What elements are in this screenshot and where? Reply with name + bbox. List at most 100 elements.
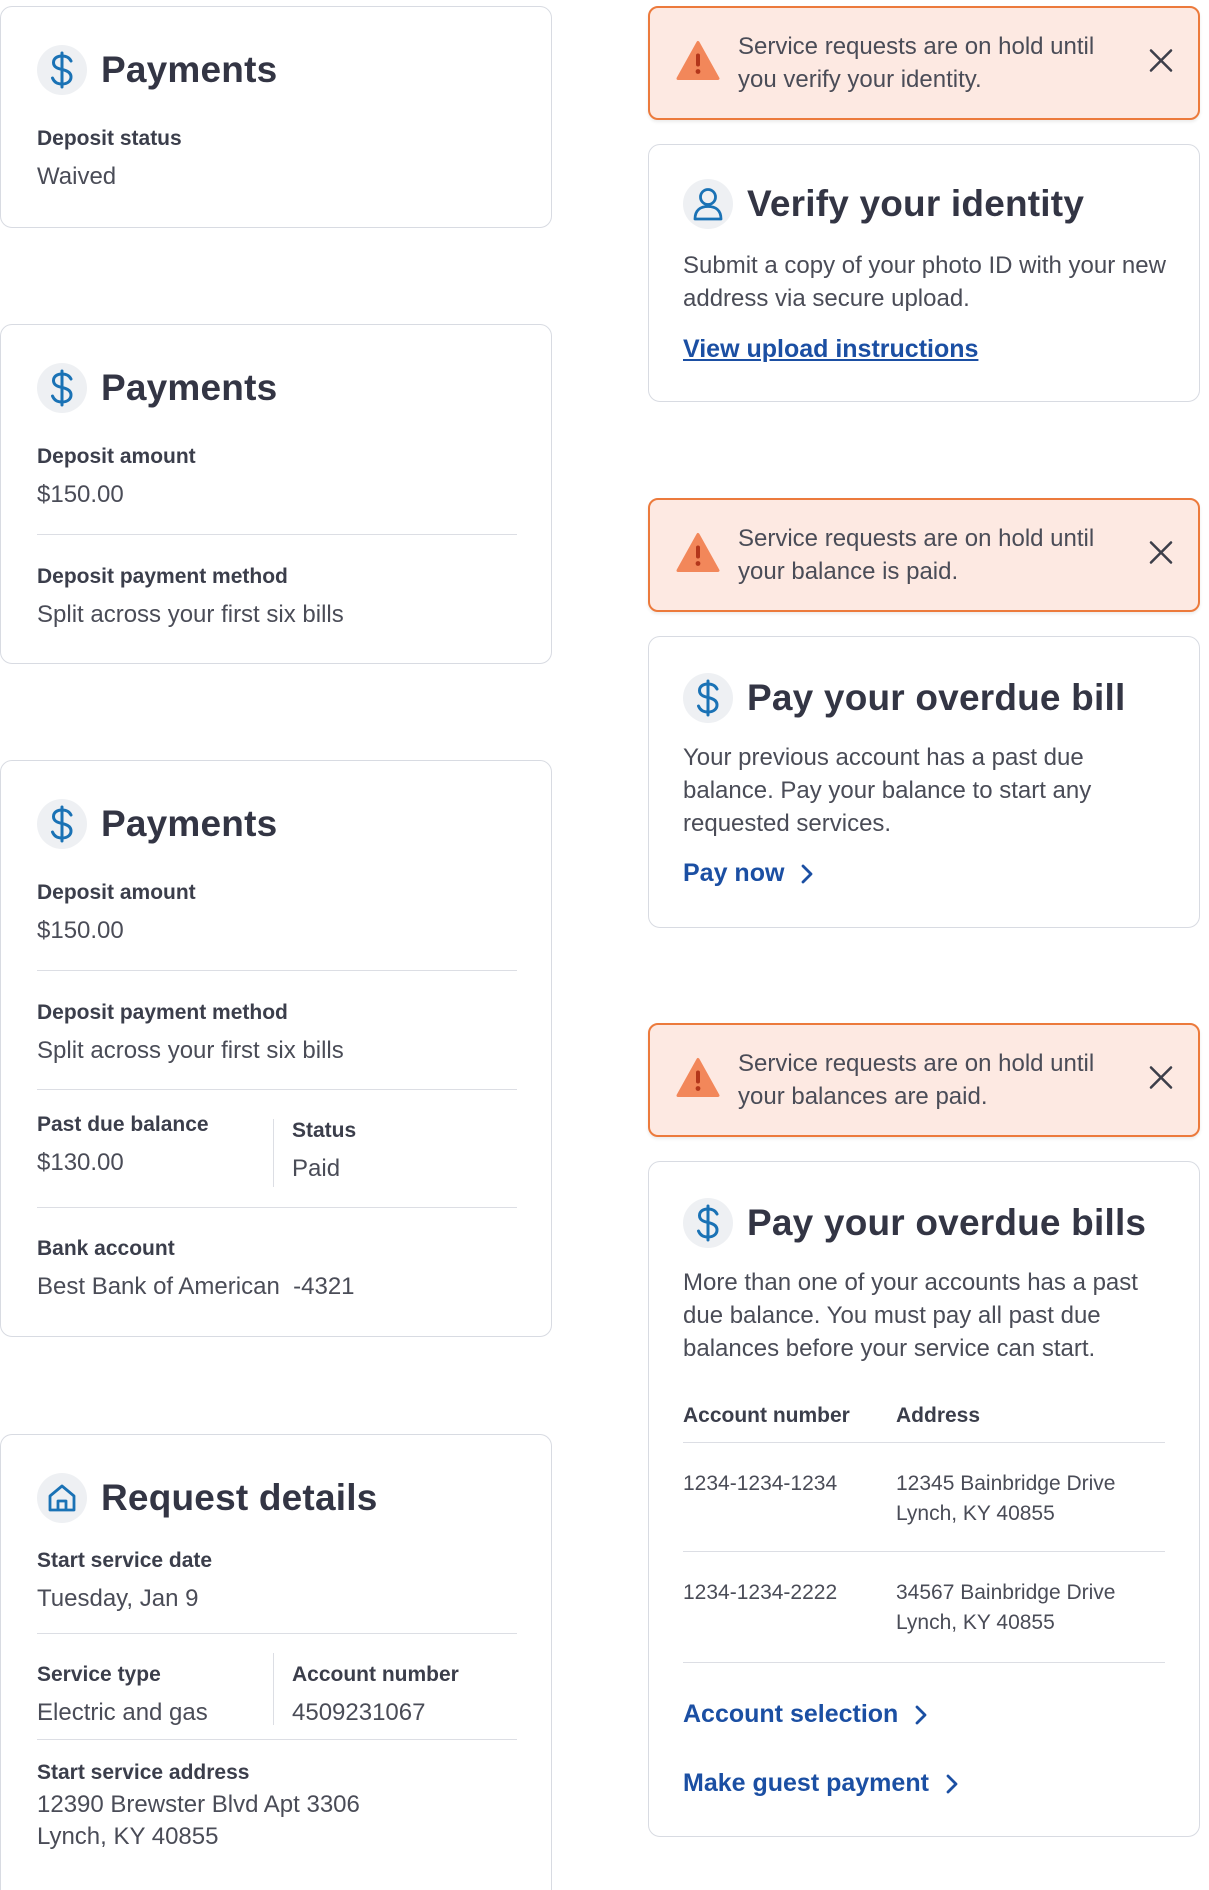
pay-now-link[interactable]: Pay now: [683, 859, 814, 888]
chevron-right-icon: [946, 1774, 958, 1793]
divider: [37, 1207, 517, 1208]
alert-balance-paid: Service requests are on hold until your …: [648, 498, 1200, 612]
dollar-icon: [37, 45, 87, 95]
deposit-amount-label: Deposit amount: [37, 445, 196, 468]
card-header: Payments: [37, 363, 277, 413]
service-row: Service type Electric and gas Account nu…: [37, 1653, 517, 1729]
verify-identity-card: Verify your identity Submit a copy of yo…: [648, 144, 1200, 402]
service-type-value: Electric and gas: [37, 1699, 208, 1726]
overdue-bill-body-text: Your previous account has a past due bal…: [683, 744, 1092, 837]
card-header: Verify your identity: [683, 179, 1084, 229]
start-date-value: Tuesday, Jan 9: [37, 1585, 199, 1612]
address-line1-cell: 12345 Bainbridge Drive: [896, 1472, 1116, 1495]
card-header: Payments: [37, 799, 277, 849]
card-title: Verify your identity: [747, 183, 1085, 224]
deposit-amount-label: Deposit amount: [37, 881, 196, 904]
alert-message: Service requests are on hold until you v…: [738, 33, 1095, 93]
card-title: Payments: [101, 49, 278, 90]
vertical-divider: [273, 1119, 274, 1187]
deposit-method-value: Split across your first six bills: [37, 1037, 344, 1064]
dollar-icon: [37, 363, 87, 413]
status-label: Status: [292, 1119, 357, 1142]
account-number-cell: 1234-1234-1234: [683, 1472, 838, 1495]
bank-account-label: Bank account: [37, 1237, 175, 1260]
card-header: Payments: [37, 45, 277, 95]
chevron-right-icon: [915, 1705, 927, 1724]
warning-icon: [676, 533, 720, 578]
start-address-line2: Lynch, KY 40855: [37, 1823, 219, 1850]
pay-overdue-bill-card: Pay your overdue bill Your previous acco…: [648, 636, 1200, 928]
start-date-label: Start service date: [37, 1549, 213, 1572]
past-due-label: Past due balance: [37, 1113, 209, 1136]
warning-icon: [676, 1058, 720, 1103]
deposit-amount-value: $150.00: [37, 917, 124, 944]
overdue-bills-body-text: More than one of your accounts has a pas…: [683, 1269, 1138, 1362]
card-title: Payments: [101, 367, 278, 408]
start-address-line1: 12390 Brewster Blvd Apt 3306: [37, 1791, 360, 1818]
card-title: Payments: [101, 803, 278, 844]
service-type-label: Service type: [37, 1663, 161, 1686]
account-number-cell: 1234-1234-2222: [683, 1581, 838, 1604]
address-line2-cell: Lynch, KY 40855: [896, 1502, 1055, 1525]
account-selection-label: Account selection: [683, 1700, 899, 1728]
deposit-status-value: Waived: [37, 163, 117, 190]
make-guest-payment-link[interactable]: Make guest payment: [683, 1769, 959, 1798]
card-title: Pay your overdue bills: [747, 1202, 1147, 1243]
card-title: Pay your overdue bill: [747, 677, 1126, 718]
close-icon[interactable]: [1148, 1065, 1174, 1096]
alert-message: Service requests are on hold until your …: [738, 1050, 1095, 1110]
address-line2-cell: Lynch, KY 40855: [896, 1611, 1055, 1634]
alert-verify-identity: Service requests are on hold until you v…: [648, 6, 1200, 120]
payments-card-full: Payments Deposit amount $150.00 Deposit …: [0, 760, 552, 1337]
past-due-value: $130.00: [37, 1149, 124, 1176]
card-header: Request details: [37, 1473, 377, 1523]
account-number-value: 4509231067: [292, 1699, 426, 1726]
status-value: Paid: [292, 1155, 341, 1182]
alert-message: Service requests are on hold until your …: [738, 525, 1095, 585]
deposit-status-label: Deposit status: [37, 127, 182, 150]
account-number-header: Account number: [683, 1404, 850, 1427]
view-upload-instructions-link[interactable]: View upload instructions: [683, 335, 978, 364]
pay-overdue-bills-card: Pay your overdue bills More than one of …: [648, 1161, 1200, 1837]
deposit-method-label: Deposit payment method: [37, 565, 288, 588]
deposit-method-label: Deposit payment method: [37, 1001, 288, 1024]
chevron-right-icon: [802, 864, 813, 883]
table-header-row: Account number Address: [683, 1404, 1165, 1436]
deposit-method-value: Split across your first six bills: [37, 601, 344, 628]
payments-card-deposit: Payments Deposit amount $150.00 Deposit …: [0, 324, 552, 664]
divider: [37, 1739, 517, 1740]
person-icon: [683, 179, 733, 229]
vertical-divider: [273, 1653, 274, 1725]
dollar-icon: [683, 1198, 733, 1248]
divider: [37, 1633, 517, 1634]
account-number-label: Account number: [292, 1663, 459, 1686]
divider: [683, 1662, 1165, 1663]
bank-account-value: Best Bank of American -4321: [37, 1273, 355, 1300]
past-due-row: Past due balance $130.00 Status Paid: [37, 1113, 517, 1187]
divider: [37, 1089, 517, 1090]
account-selection-link[interactable]: Account selection: [683, 1700, 928, 1729]
table-row: 1234-1234-2222 34567 Bainbridge Drive Ly…: [683, 1552, 1165, 1662]
close-icon[interactable]: [1148, 48, 1174, 79]
dollar-icon: [37, 799, 87, 849]
close-icon[interactable]: [1148, 540, 1174, 571]
dollar-icon: [683, 673, 733, 723]
address-header: Address: [896, 1404, 981, 1427]
pay-now-label: Pay now: [683, 859, 785, 887]
payments-card-waived: Payments Deposit status Waived: [0, 6, 552, 228]
card-header: Pay your overdue bill: [683, 673, 1125, 723]
divider: [37, 970, 517, 971]
card-header: Pay your overdue bills: [683, 1198, 1146, 1248]
table-row: 1234-1234-1234 12345 Bainbridge Drive Ly…: [683, 1443, 1165, 1551]
verify-body-text: Submit a copy of your photo ID with your…: [683, 252, 1166, 312]
accounts-table: Account number Address 1234-1234-1234 12…: [683, 1404, 1165, 1663]
request-details-card: Request details Start service date Tuesd…: [0, 1434, 552, 1890]
address-line1-cell: 34567 Bainbridge Drive: [896, 1581, 1116, 1604]
start-address-label: Start service address: [37, 1761, 250, 1784]
make-guest-payment-label: Make guest payment: [683, 1769, 929, 1797]
home-icon: [37, 1473, 87, 1523]
divider: [37, 534, 517, 535]
deposit-amount-value: $150.00: [37, 481, 124, 508]
alert-balances-paid: Service requests are on hold until your …: [648, 1023, 1200, 1137]
card-title: Request details: [101, 1477, 378, 1518]
